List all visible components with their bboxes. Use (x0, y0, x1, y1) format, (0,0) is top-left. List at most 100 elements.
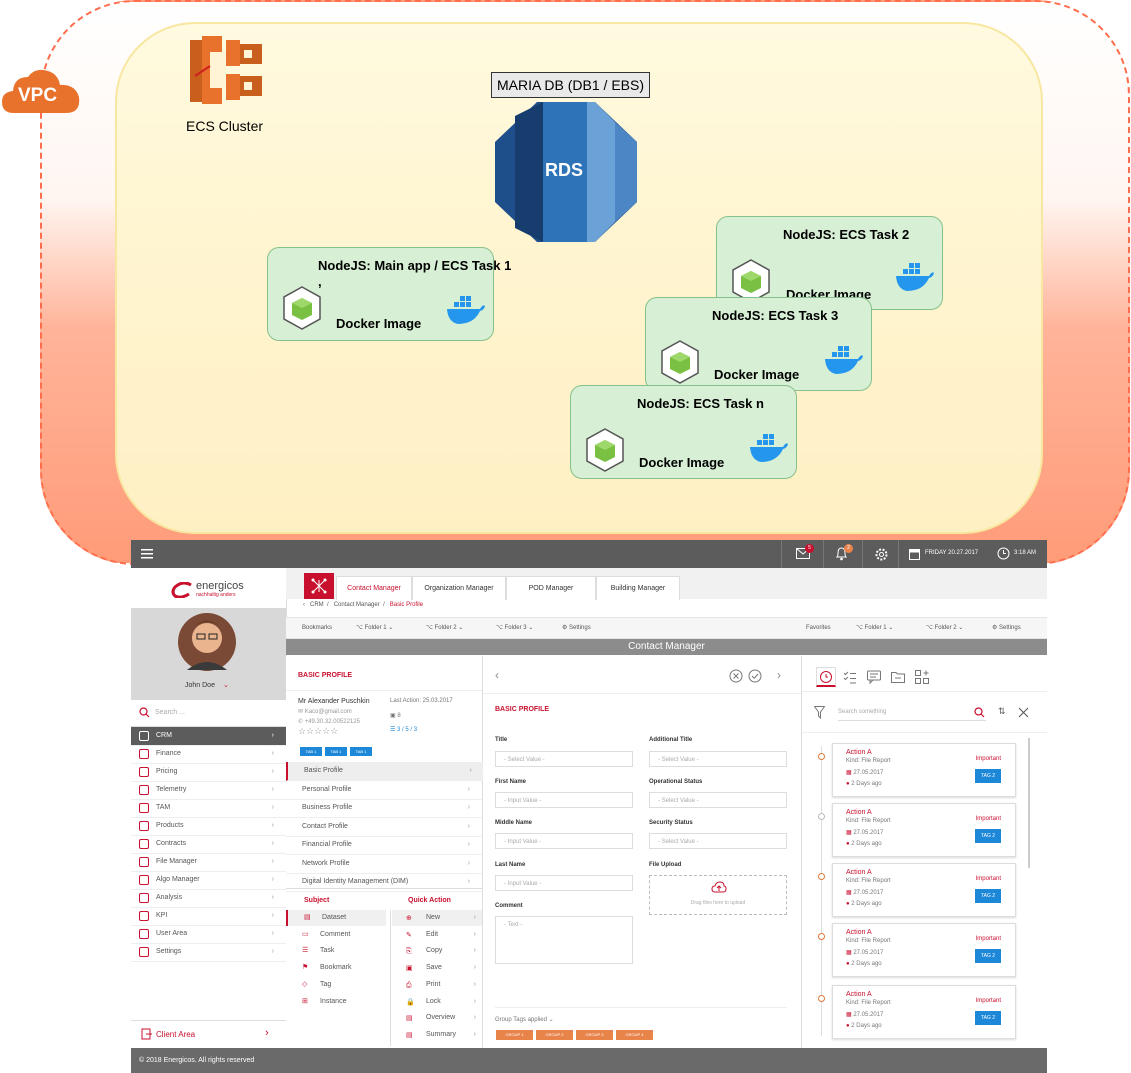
tab-pod-manager[interactable]: POD Manager (506, 576, 596, 600)
back-chevron-icon[interactable]: ‹ (303, 602, 305, 608)
activity-kind: Kind: File Report (846, 1000, 891, 1006)
profile-section-label: Network Profile (302, 859, 350, 867)
sidebar-item-analysis[interactable]: Analysis › (131, 889, 286, 908)
sidebar-item-pricing[interactable]: Pricing › (131, 763, 286, 782)
sidebar-item-kpi[interactable]: KPI › (131, 907, 286, 926)
activity-date: ▦ 27.05.2017 (846, 949, 883, 956)
title-select[interactable]: - Select Value - (495, 751, 633, 767)
favorites-settings[interactable]: ⚙ Settings (992, 618, 1021, 638)
tab-contact-manager[interactable]: Contact Manager (336, 576, 412, 600)
back-chevron-icon[interactable]: ‹ (495, 668, 499, 682)
sidebar-item-settings[interactable]: Settings › (131, 943, 286, 962)
subject-item[interactable]: ◇ Tag (286, 977, 384, 993)
group-tag[interactable]: GROUP 4 (616, 1030, 653, 1040)
bookmark-folder-2[interactable]: ⌥ Folder 2 ⌄ (426, 618, 463, 638)
sidebar-item-finance[interactable]: Finance › (131, 745, 286, 764)
sidebar-item-label: Analysis (156, 894, 183, 901)
security-status-select[interactable]: - Select Value - (649, 833, 787, 849)
menu-item-icon (139, 803, 149, 813)
additional-title-select[interactable]: - Select Value - (649, 751, 787, 767)
activity-tag[interactable]: TAG 2 (975, 829, 1001, 843)
profile-tag[interactable]: TAB 1 (350, 747, 372, 756)
activity-tag[interactable]: TAG 2 (975, 1011, 1001, 1025)
sidebar: energicos nachhaltig anders John Doe ⌄ S… (131, 568, 287, 1048)
quick-action-item[interactable]: ⎘ Copy › (392, 943, 482, 959)
bookmark-folder-3[interactable]: ⌥ Folder 3 ⌄ (496, 618, 533, 638)
quick-action-item[interactable]: 🔒 Lock › (392, 994, 482, 1010)
sidebar-item-algo-manager[interactable]: Algo Manager › (131, 871, 286, 890)
favorite-folder-1[interactable]: ⌥ Folder 1 ⌄ (856, 618, 893, 638)
sidebar-item-crm[interactable]: CRM › (131, 727, 286, 746)
favorite-folder-2[interactable]: ⌥ Folder 2 ⌄ (926, 618, 963, 638)
activity-card[interactable]: Action A Kind: File Report ▦ 27.05.2017 ● 2… (832, 863, 1016, 917)
tab-building-manager[interactable]: Building Manager (596, 576, 680, 600)
comment-textarea[interactable]: - Text - (495, 916, 633, 964)
sidebar-item-file-manager[interactable]: File Manager › (131, 853, 286, 872)
nodejs-cube-icon (661, 340, 699, 384)
profile-tag[interactable]: TAB 1 (300, 747, 322, 756)
network-icon[interactable] (304, 573, 334, 599)
gear-icon[interactable] (874, 547, 889, 562)
profile-section-item[interactable]: Contact Profile › (286, 818, 482, 837)
profile-section-item[interactable]: Network Profile › (286, 855, 482, 874)
breadcrumb-crm[interactable]: CRM (310, 602, 324, 608)
sidebar-search-input[interactable]: Search ... (155, 709, 185, 716)
breadcrumb-contact-manager[interactable]: Contact Manager (334, 602, 380, 608)
subject-item[interactable]: ⊞ Instance (286, 994, 384, 1010)
subject-item[interactable]: ⚑ Bookmark (286, 960, 384, 976)
quick-action-item[interactable]: ▣ Save › (392, 960, 482, 976)
group-tags-label[interactable]: Group Tags applied ⌄ (495, 1016, 554, 1023)
activity-card[interactable]: Action A Kind: File Report ▦ 27.05.2017 ● 2… (832, 923, 1016, 977)
sidebar-item-products[interactable]: Products › (131, 817, 286, 836)
middle-name-field[interactable]: - Input Value - (495, 833, 633, 849)
profile-section-item[interactable]: Business Profile › (286, 799, 482, 818)
hamburger-menu-icon[interactable] (141, 549, 153, 559)
quick-action-item[interactable]: ✎ Edit › (392, 927, 482, 943)
bookmark-folder-1[interactable]: ⌥ Folder 1 ⌄ (356, 618, 393, 638)
rating-stars[interactable]: ☆☆☆☆☆ (298, 726, 338, 737)
group-tag[interactable]: GROUP 1 (496, 1030, 533, 1040)
activity-tag[interactable]: TAG 2 (975, 769, 1001, 783)
profile-section-item[interactable]: Basic Profile › (286, 762, 484, 781)
forward-chevron-icon[interactable]: › (777, 668, 781, 682)
last-name-field[interactable]: - Input Value - (495, 875, 633, 891)
quick-action-item[interactable]: ⎙ Print › (392, 977, 482, 993)
subject-item[interactable]: ▤ Dataset (286, 910, 386, 926)
chevron-right-icon: › (467, 841, 470, 848)
cancel-icon[interactable] (729, 669, 743, 683)
user-name[interactable]: John Doe (185, 682, 215, 689)
profile-section-label: Basic Profile (304, 767, 343, 774)
activity-card[interactable]: Action A Kind: File Report ▦ 27.05.2017 ● 2… (832, 985, 1016, 1039)
file-upload-dropzone[interactable]: Drag files here to upload (649, 875, 787, 915)
quick-action-item[interactable]: ▤ Overview › (392, 1010, 482, 1026)
subject-item[interactable]: ▭ Comment (286, 927, 384, 943)
activity-card[interactable]: Action A Kind: File Report ▦ 27.05.2017 ● 2… (832, 743, 1016, 797)
sidebar-item-contracts[interactable]: Contracts › (131, 835, 286, 854)
profile-sections-list: Basic Profile › Personal Profile › Business … (286, 762, 484, 902)
priority-label: Important (975, 998, 1001, 1004)
confirm-icon[interactable] (748, 669, 762, 683)
group-tag[interactable]: GROUP 3 (576, 1030, 613, 1040)
activity-tag[interactable]: TAG 2 (975, 949, 1001, 963)
sidebar-item-tam[interactable]: TAM › (131, 799, 286, 818)
menu-item-icon (139, 821, 149, 831)
quick-action-item[interactable]: ▤ Summary › (392, 1027, 482, 1043)
operational-status-select[interactable]: - Select Value - (649, 792, 787, 808)
bookmarks-settings[interactable]: ⚙ Settings (562, 618, 591, 638)
group-tag[interactable]: GROUP 2 (536, 1030, 573, 1040)
profile-section-item[interactable]: Personal Profile › (286, 781, 482, 800)
profile-section-item[interactable]: Digital Identity Management (DIM) › (286, 873, 482, 892)
subject-item-icon: ⊞ (302, 997, 308, 1005)
first-name-field[interactable]: - Input Value - (495, 792, 633, 808)
client-area-link[interactable]: Client Area (156, 1030, 195, 1039)
activity-card[interactable]: Action A Kind: File Report ▦ 27.05.2017 ● 2… (832, 803, 1016, 857)
sidebar-item-telemetry[interactable]: Telemetry › (131, 781, 286, 800)
subject-item[interactable]: ☰ Task (286, 943, 384, 959)
activity-tag[interactable]: TAG 2 (975, 889, 1001, 903)
chevron-down-icon[interactable]: ⌄ (223, 681, 229, 689)
profile-tag[interactable]: TAB 1 (325, 747, 347, 756)
tab-organization-manager[interactable]: Organization Manager (412, 576, 506, 600)
sidebar-item-user-area[interactable]: User Area › (131, 925, 286, 944)
profile-section-item[interactable]: Financial Profile › (286, 836, 482, 855)
quick-action-item[interactable]: ⊕ New › (392, 910, 482, 926)
